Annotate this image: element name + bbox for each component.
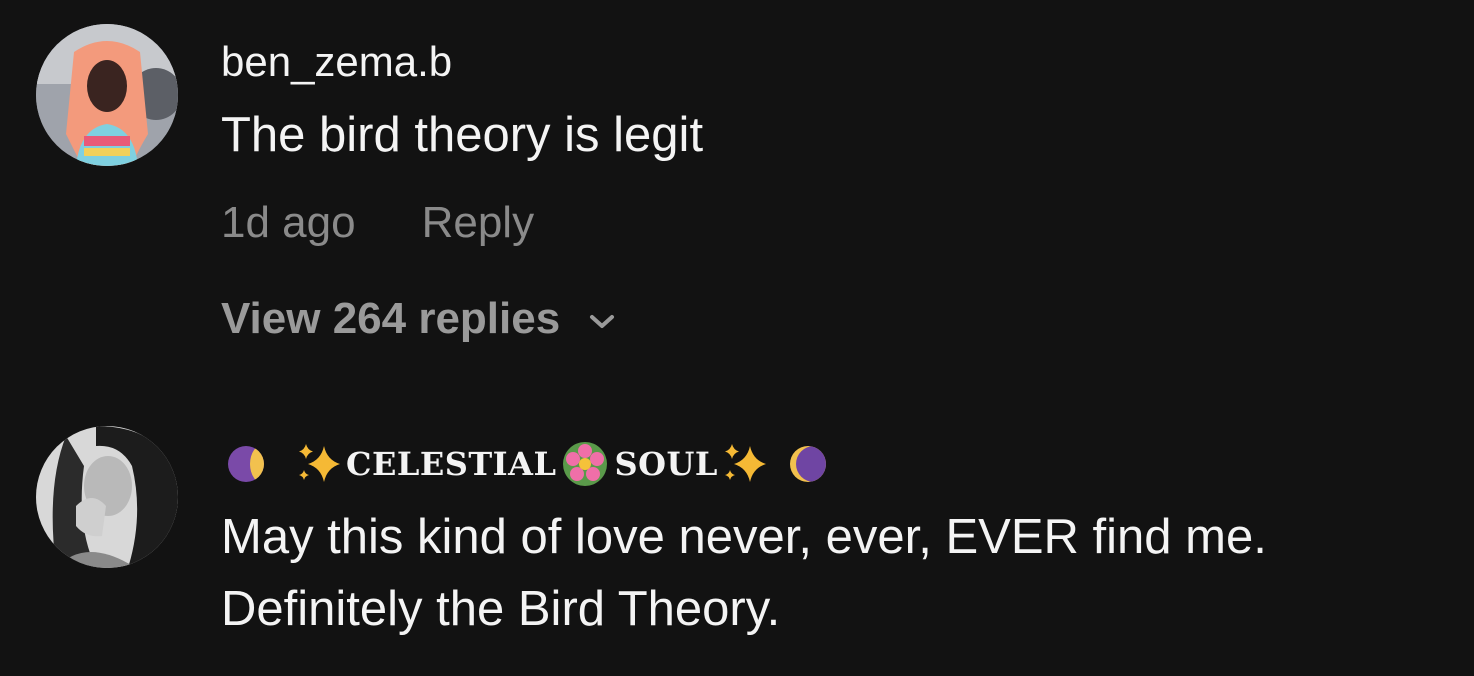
comment-text-line: May this kind of love never, ever, EVER … (221, 510, 1267, 564)
avatar[interactable] (36, 24, 178, 166)
moon-icon (789, 446, 826, 482)
moon-icon (228, 446, 264, 482)
comment-text: The bird theory is legit (221, 108, 704, 162)
username-word: CELESTIAL (346, 445, 557, 483)
username-word: SOUL (614, 445, 718, 483)
comment-text: May this kind of love never, ever, EVER … (221, 501, 1267, 645)
avatar-photo (36, 24, 178, 166)
comment-username[interactable]: ben_zema.b (221, 38, 452, 86)
reply-button[interactable]: Reply (422, 198, 535, 247)
comment-text-line: Definitely the Bird Theory. (221, 582, 781, 636)
sparkles-icon (299, 444, 340, 482)
view-replies-label: View 264 replies (221, 294, 561, 343)
view-replies-button[interactable]: View 264 replies (221, 294, 616, 344)
flower-icon (563, 442, 608, 486)
sparkles-icon (724, 444, 766, 482)
avatar[interactable] (36, 426, 178, 568)
comment-meta: 1d ago Reply (221, 198, 534, 248)
chevron-down-icon (590, 315, 615, 328)
comment-timestamp: 1d ago (221, 198, 356, 247)
avatar-photo (36, 426, 178, 568)
comment-username[interactable]: CELESTIAL SOUL (228, 440, 826, 488)
